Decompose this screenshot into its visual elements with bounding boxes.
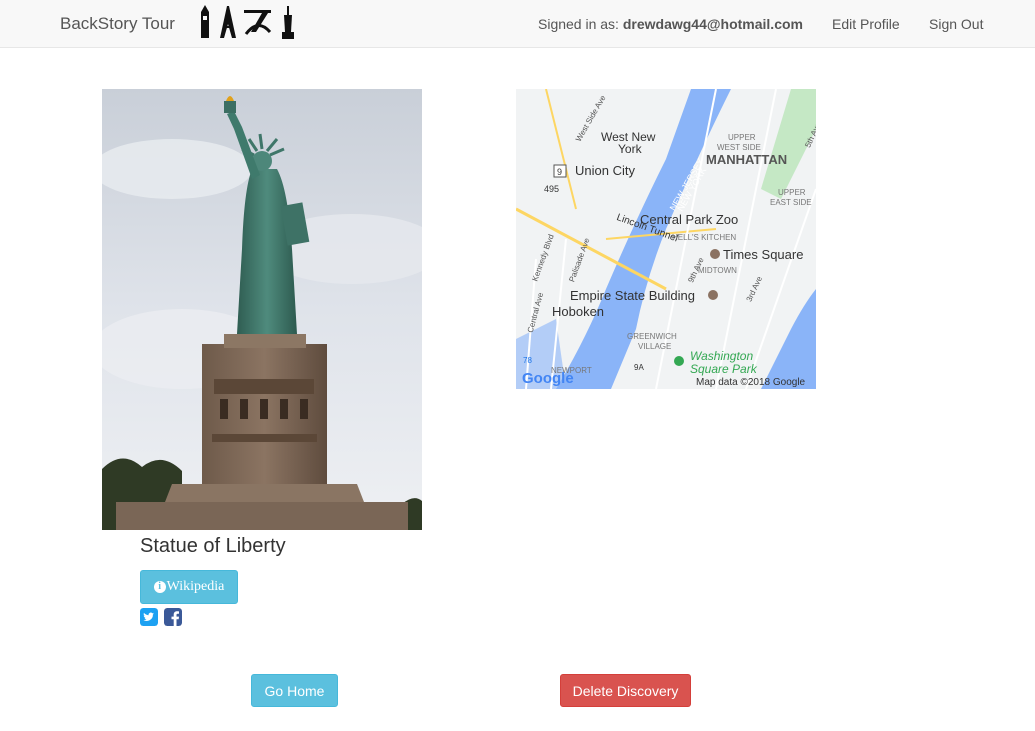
discovery-photo [102, 89, 422, 530]
discovery-title: Statue of Liberty [140, 535, 286, 557]
map-label-washington-square: Washington [690, 349, 753, 363]
wikipedia-button[interactable]: i Wikipedia [140, 570, 238, 604]
map-label-upper-west-side-2: WEST SIDE [717, 143, 761, 152]
map-label-west-new-york-2: York [618, 142, 643, 156]
signed-in-status: Signed in as: drewdawg44@hotmail.com [538, 16, 803, 32]
map-label-hells-kitchen: HELL'S KITCHEN [672, 233, 736, 242]
map-label-union-city: Union City [575, 163, 635, 178]
go-home-button[interactable]: Go Home [251, 674, 338, 707]
map-label-upper-east-side-2: EAST SIDE [770, 198, 812, 207]
map-route-495: 495 [544, 184, 559, 194]
edit-profile-link[interactable]: Edit Profile [832, 16, 900, 32]
map-label-upper-east-side: UPPER [778, 188, 806, 197]
map-label-empire-state: Empire State Building [570, 288, 695, 303]
map-label-times-square: Times Square [723, 247, 803, 262]
landmarks-logo-icon[interactable] [196, 4, 298, 40]
signed-in-prefix: Signed in as: [538, 16, 623, 32]
map-route-78: 78 [523, 356, 532, 365]
map-route-9a: 9A [634, 363, 644, 372]
map-label-upper-west-side: UPPER [728, 133, 756, 142]
map-label-washington-square-2: Square Park [690, 362, 758, 376]
map-canvas[interactable]: West New York Union City 9 495 MANHATTAN… [516, 89, 816, 389]
sign-out-link[interactable]: Sign Out [929, 16, 983, 32]
wikipedia-button-label: Wikipedia [166, 579, 225, 594]
facebook-icon[interactable] [164, 608, 182, 626]
statue-of-liberty-image [102, 89, 422, 530]
twitter-icon[interactable] [140, 608, 158, 626]
map-attribution[interactable]: Map data ©2018 Google [696, 377, 806, 388]
map-label-greenwich-village-2: VILLAGE [638, 342, 671, 351]
map-label-manhattan: MANHATTAN [706, 152, 787, 167]
map-label-greenwich-village: GREENWICH [627, 332, 677, 341]
user-email: drewdawg44@hotmail.com [622, 16, 803, 32]
navbar: BackStory Tour Signed in as: drewdawg44@… [0, 0, 1035, 48]
info-circle-icon: i [153, 581, 166, 593]
map-label-midtown: MIDTOWN [698, 266, 737, 275]
delete-discovery-button[interactable]: Delete Discovery [560, 674, 691, 707]
location-map[interactable]: West New York Union City 9 495 MANHATTAN… [516, 89, 816, 389]
brand-link[interactable]: BackStory Tour [60, 14, 175, 34]
map-route-9: 9 [557, 167, 562, 177]
google-logo[interactable]: Google [522, 370, 574, 387]
map-label-hoboken: Hoboken [552, 304, 604, 319]
